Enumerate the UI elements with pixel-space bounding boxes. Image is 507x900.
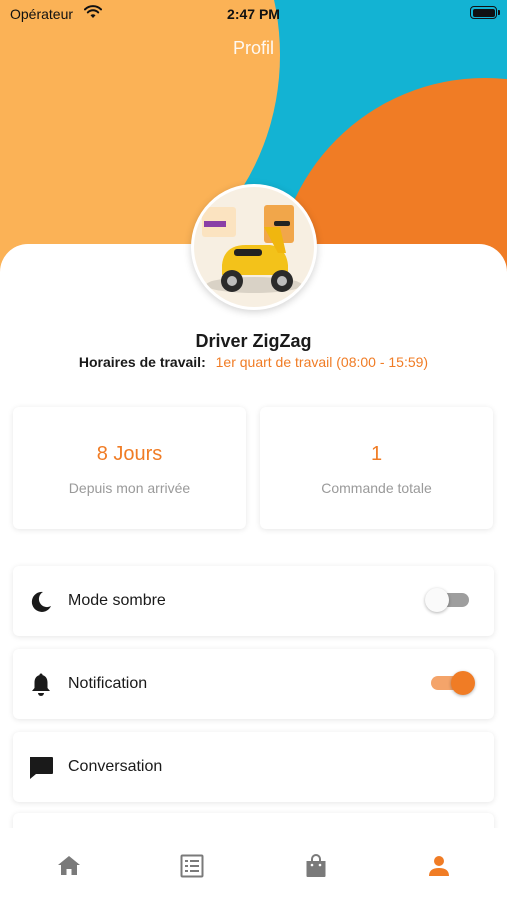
toggle-knob xyxy=(451,671,475,695)
stat-days-label: Depuis mon arrivée xyxy=(68,480,191,496)
scooter-image xyxy=(194,187,314,307)
stat-orders-value: 1 xyxy=(370,443,383,465)
work-schedule: Horaires de travail: 1er quart de travai… xyxy=(0,354,507,370)
clock: 2:47 PM xyxy=(227,6,280,22)
page-title: Profil xyxy=(232,38,274,58)
menu-label-notification: Notification xyxy=(68,675,148,692)
list-icon[interactable] xyxy=(178,852,206,880)
menu-item-dark-mode[interactable]: Mode sombre xyxy=(13,566,494,636)
dark-mode-toggle[interactable] xyxy=(425,588,469,612)
menu-label-dark-mode: Mode sombre xyxy=(68,592,166,609)
moon-icon xyxy=(27,588,55,616)
notification-toggle[interactable] xyxy=(431,671,475,695)
schedule-value: 1er quart de travail (08:00 - 15:59) xyxy=(215,354,429,370)
toggle-knob xyxy=(425,588,449,612)
stat-orders-label: Commande totale xyxy=(321,480,432,496)
bag-icon[interactable] xyxy=(302,852,330,880)
menu-item-notification[interactable]: Notification xyxy=(13,649,494,719)
battery-icon xyxy=(470,6,500,19)
stat-card-orders: 1 Commande totale xyxy=(260,407,493,529)
home-icon[interactable] xyxy=(55,852,83,880)
status-bar: Opérateur 2:47 PM xyxy=(0,0,507,28)
chat-icon xyxy=(27,754,55,782)
stat-card-days: 8 Jours Depuis mon arrivée xyxy=(13,407,246,529)
bottom-navigation xyxy=(0,828,507,900)
schedule-label: Horaires de travail: xyxy=(78,354,206,370)
bell-icon xyxy=(27,671,55,699)
stat-days-value: 8 Jours xyxy=(96,443,163,465)
menu-label-conversation: Conversation xyxy=(68,758,163,775)
driver-name: Driver ZigZag xyxy=(195,331,312,351)
menu-item-conversation[interactable]: Conversation xyxy=(13,732,494,802)
avatar xyxy=(191,184,317,310)
profile-icon[interactable] xyxy=(425,852,453,880)
